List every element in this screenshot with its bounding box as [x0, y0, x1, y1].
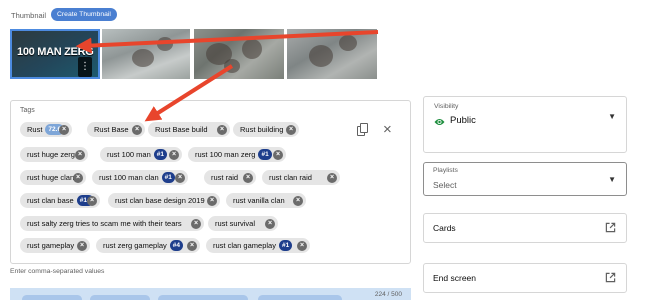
annotation-arrow [75, 30, 379, 54]
annotation-arrow [144, 64, 234, 122]
annotation-arrows [75, 30, 379, 122]
